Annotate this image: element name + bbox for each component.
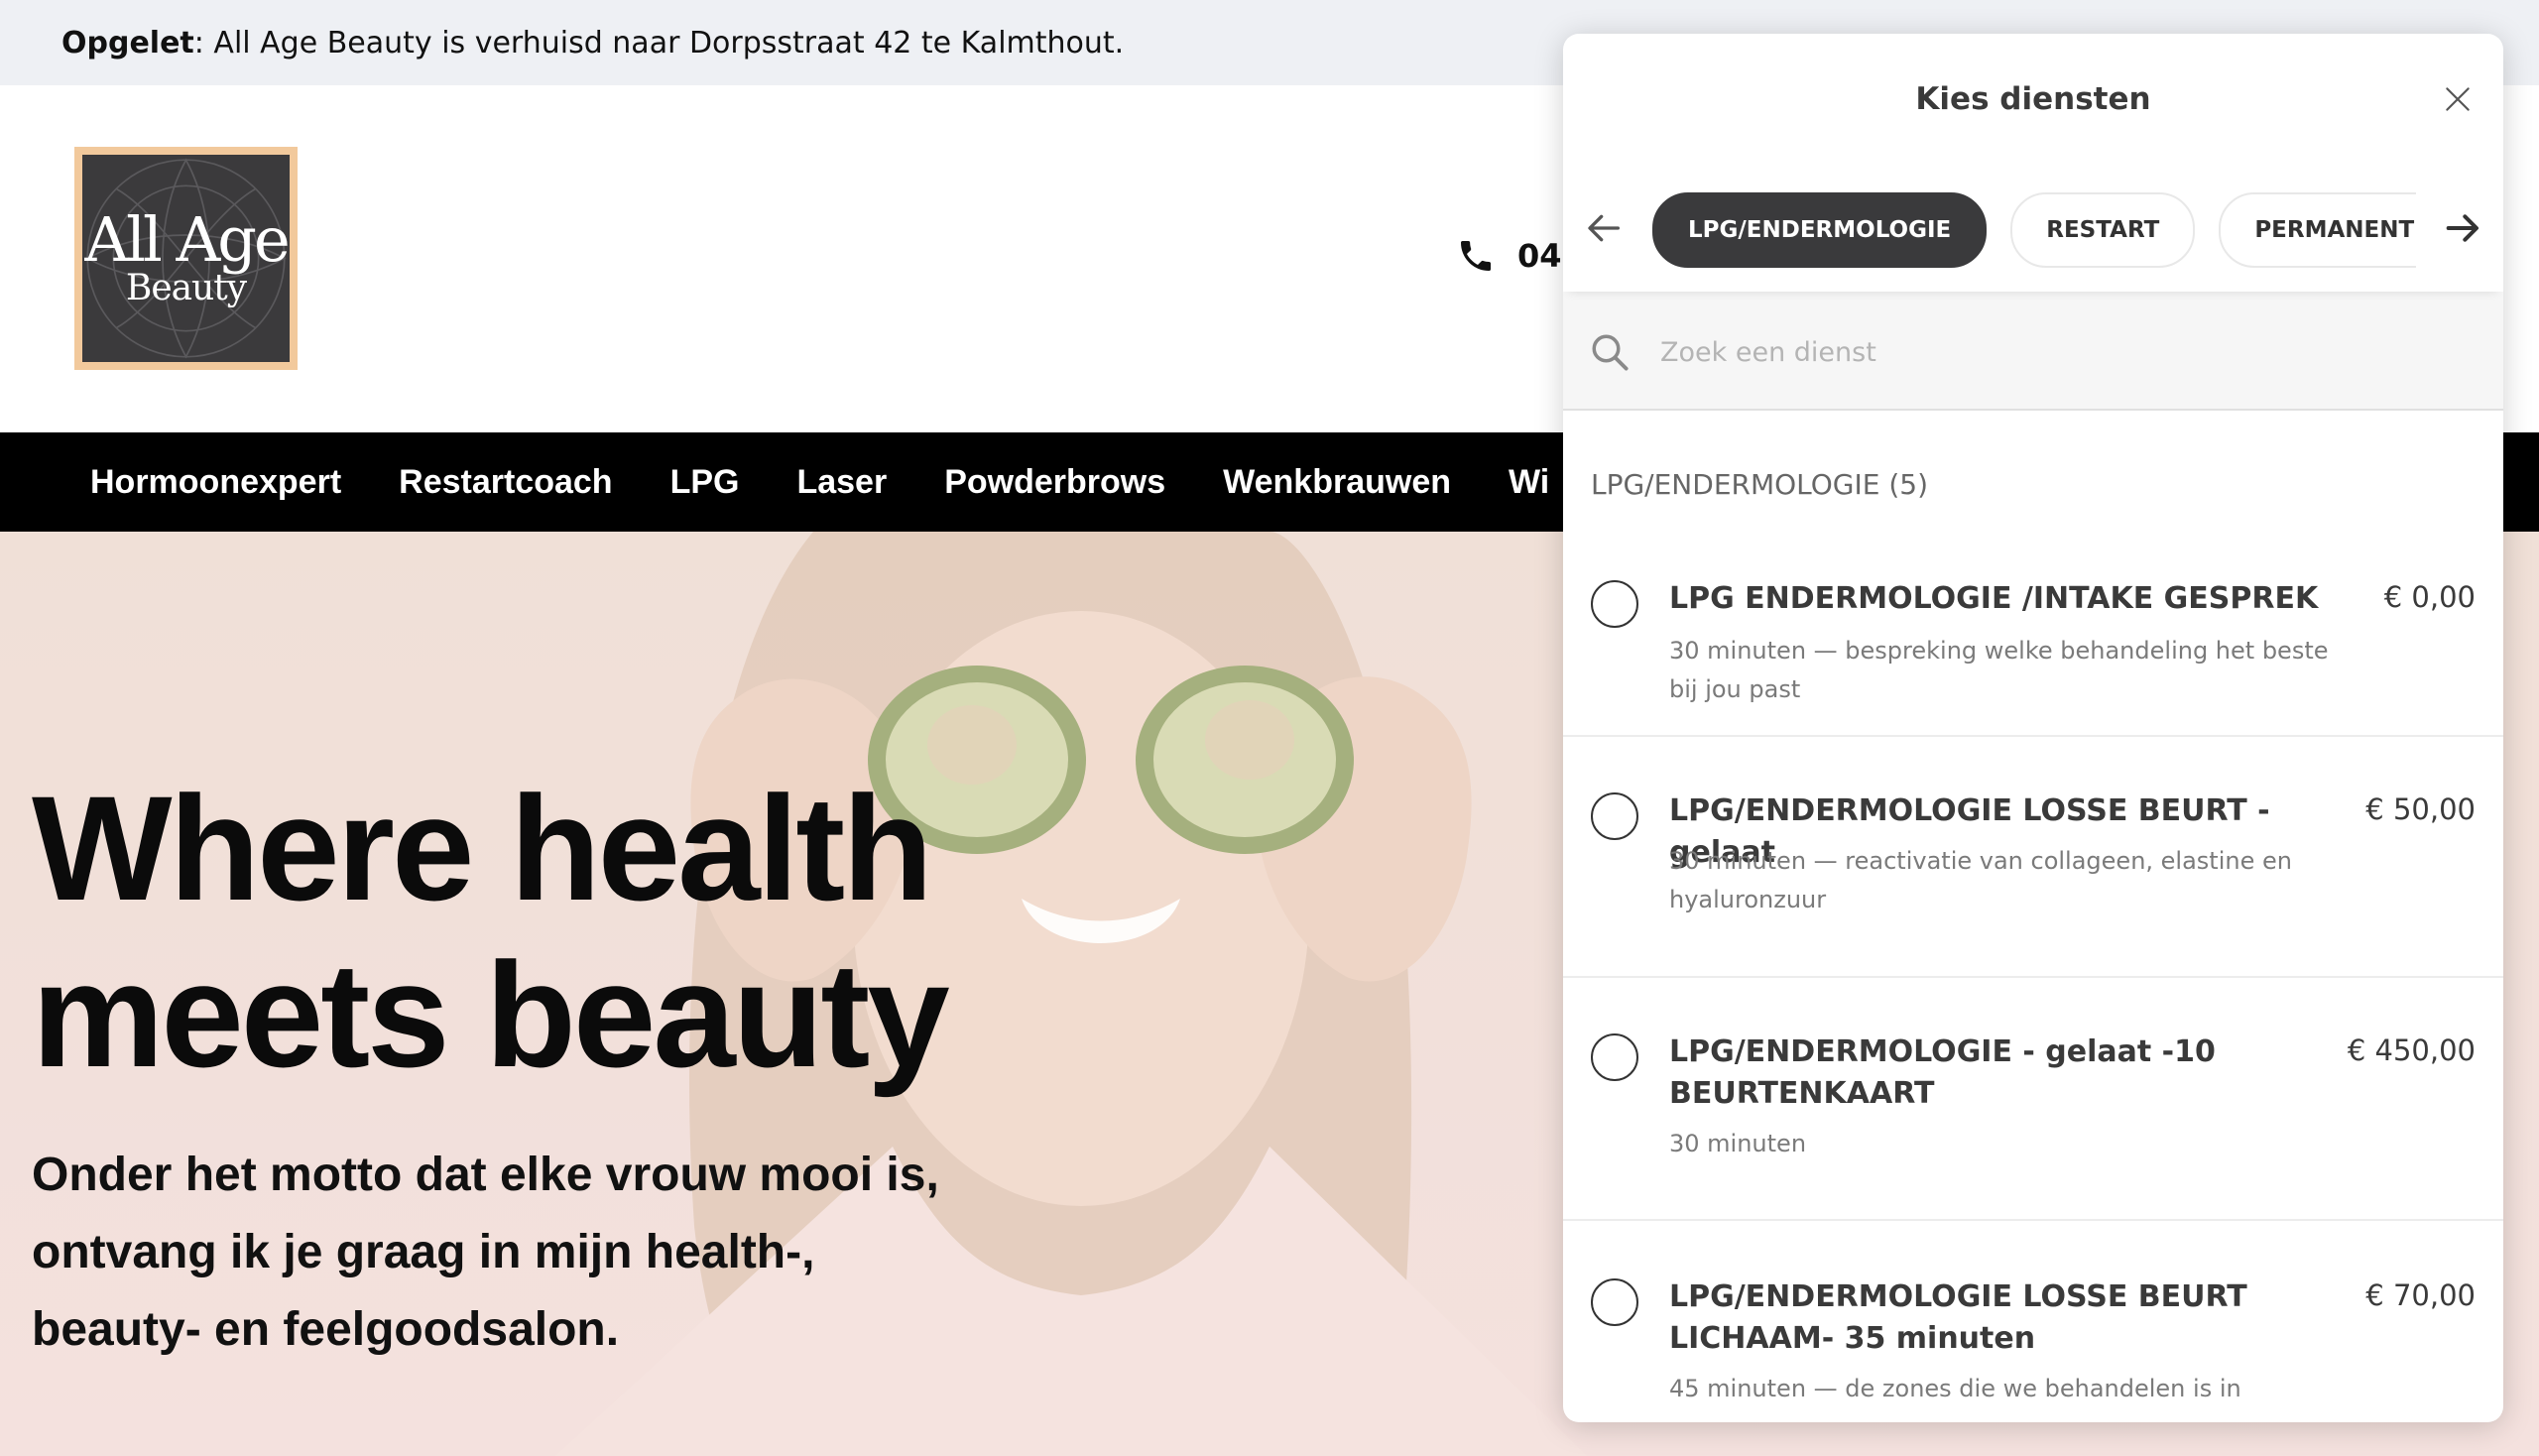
hero-subtitle-line1: Onder het motto dat elke vrouw mooi is, (32, 1149, 939, 1201)
nav-item-laser[interactable]: Laser (796, 463, 887, 502)
service-price: € 70,00 (2365, 1278, 2476, 1312)
tab-permanente[interactable]: PERMANENTE LA (2219, 192, 2416, 268)
nav-item-lpg[interactable]: LPG (670, 463, 740, 502)
service-description: 45 minuten — de zones die we behandelen … (1669, 1375, 2241, 1402)
arrow-left-icon[interactable] (1585, 208, 1625, 248)
hero-subtitle-line3: beauty- en feelgoodsalon. (32, 1303, 620, 1356)
hero-title-line1: Where health (32, 765, 933, 931)
service-item[interactable]: LPG/ENDERMOLOGIE - gelaat -10 BEURTENKAA… (1563, 978, 2503, 1221)
section-heading: LPG/ENDERMOLOGIE (5) (1591, 468, 1929, 501)
modal-header: Kies diensten (1563, 34, 2503, 163)
choose-services-modal: Kies diensten LPG/ENDERMOLOGIE RESTART PER… (1563, 34, 2503, 1422)
hero-title-line2: meets beauty (32, 931, 950, 1098)
service-name: LPG/ENDERMOLOGIE LOSSE BEURT LICHAAM- 35… (1669, 1279, 2247, 1356)
logo-text-line2: Beauty (125, 267, 247, 308)
service-price: € 450,00 (2347, 1033, 2476, 1067)
hero-title: Where health meets beauty (32, 765, 1123, 1098)
search-input[interactable] (1658, 321, 2456, 383)
nav-item-hormoonexpert[interactable]: Hormoonexpert (90, 463, 341, 502)
service-item[interactable]: LPG ENDERMOLOGIE /INTAKE GESPREK € 0,00 … (1563, 501, 2503, 737)
service-radio[interactable] (1591, 1033, 1638, 1081)
announcement-label: Opgelet (61, 25, 194, 61)
nav-item-wenkbrauwen[interactable]: Wenkbrauwen (1223, 463, 1451, 502)
service-price: € 0,00 (2383, 580, 2476, 614)
hero-subtitle: Onder het motto dat elke vrouw mooi is, … (32, 1137, 1024, 1369)
service-description: 30 minuten (1669, 1130, 1807, 1157)
category-chips: LPG/ENDERMOLOGIE RESTART PERMANENTE LA (1652, 192, 2416, 268)
logo-text-line1: All Age (84, 202, 290, 276)
search-bar (1563, 292, 2503, 411)
tab-restart[interactable]: RESTART (2010, 192, 2196, 268)
tab-lpg-endermologie[interactable]: LPG/ENDERMOLOGIE (1652, 192, 1988, 268)
logo-badge: All Age Beauty (82, 155, 290, 362)
announcement-text: Opgelet: All Age Beauty is verhuisd naar… (61, 26, 1124, 61)
service-item[interactable]: LPG/ENDERMOLOGIE LOSSE BEURT - gelaat € … (1563, 737, 2503, 978)
service-name: LPG ENDERMOLOGIE /INTAKE GESPREK (1669, 581, 2319, 616)
service-radio[interactable] (1591, 580, 1638, 628)
modal-title: Kies diensten (1915, 81, 2151, 117)
service-radio[interactable] (1591, 792, 1638, 840)
service-item[interactable]: LPG/ENDERMOLOGIE LOSSE BEURT LICHAAM- 35… (1563, 1221, 2503, 1419)
nav-item-powderbrows[interactable]: Powderbrows (944, 463, 1165, 502)
service-description: 30 minuten — bespreking welke behandelin… (1669, 637, 2329, 703)
phone-contact[interactable]: 04 (1456, 236, 1562, 276)
nav-item-restartcoach[interactable]: Restartcoach (399, 463, 612, 502)
search-icon (1592, 334, 1629, 371)
category-tabs: LPG/ENDERMOLOGIE RESTART PERMANENTE LA (1563, 163, 2503, 292)
phone-icon (1461, 241, 1491, 271)
logo[interactable]: All Age Beauty (74, 147, 298, 370)
arrow-right-icon[interactable] (2442, 208, 2481, 248)
service-name: LPG/ENDERMOLOGIE - gelaat -10 BEURTENKAA… (1669, 1034, 2216, 1111)
phone-number: 04 (1517, 237, 1562, 275)
hero-subtitle-line2: ontvang ik je graag in mijn health-, (32, 1226, 815, 1278)
service-price: € 50,00 (2365, 792, 2476, 826)
nav-item-truncated[interactable]: Wi (1509, 463, 1549, 502)
service-radio[interactable] (1591, 1278, 1638, 1326)
service-description: 30 minuten — reactivatie van collageen, … (1669, 847, 2292, 913)
announcement-message: : All Age Beauty is verhuisd naar Dorpss… (193, 25, 1125, 61)
close-icon[interactable] (2442, 83, 2474, 115)
